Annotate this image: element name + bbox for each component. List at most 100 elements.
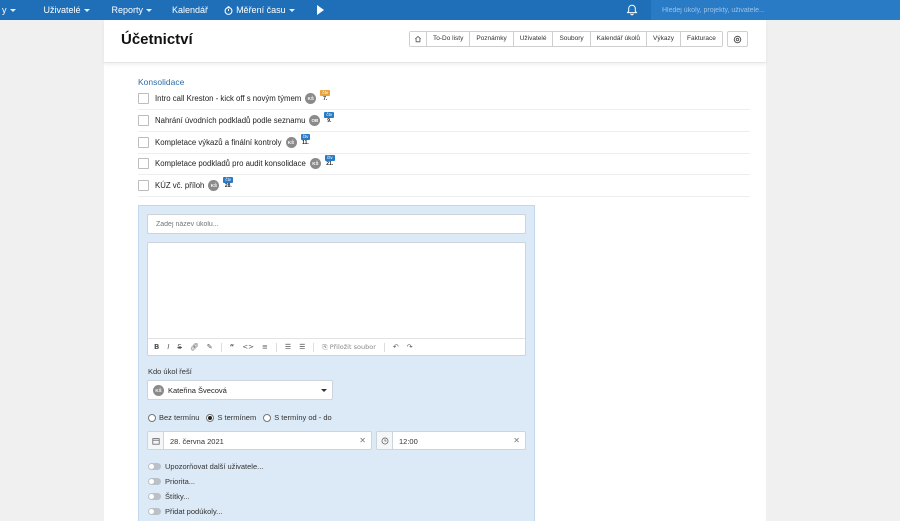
- task-text[interactable]: Nahrání úvodních podkladů podle seznamu: [155, 116, 305, 125]
- attach-file-label: Přiložit soubor: [329, 342, 376, 351]
- global-search: [651, 0, 900, 20]
- toggle-switch[interactable]: [148, 508, 161, 515]
- assignee-label: Kdo úkol řeší: [148, 367, 192, 376]
- task-text[interactable]: Kompletace výkazů a finální kontroly: [155, 138, 282, 147]
- play-icon[interactable]: [316, 5, 324, 15]
- toggle-tags[interactable]: Štítky...: [148, 492, 189, 501]
- toggle-switch[interactable]: [148, 478, 161, 485]
- code-icon[interactable]: <>: [242, 343, 254, 351]
- task-checkbox[interactable]: [138, 158, 149, 169]
- chevron-down-icon: [83, 8, 90, 12]
- radio-date-range[interactable]: [263, 413, 272, 422]
- eraser-icon[interactable]: ✎: [207, 343, 213, 351]
- toggle-switch[interactable]: [148, 463, 161, 470]
- bold-button[interactable]: B: [154, 343, 159, 351]
- tab-todo-lists[interactable]: To-Do listy: [427, 32, 471, 46]
- strikethrough-button[interactable]: S: [177, 343, 181, 351]
- separator: [275, 342, 277, 352]
- settings-button[interactable]: [727, 31, 748, 47]
- new-task-form: B I S 🔗︎ ✎ “ <> ≡ ☰ ☰ ⎘ Přiložit soubor …: [138, 205, 535, 521]
- task-text[interactable]: Intro call Kreston - kick off s novým tý…: [155, 94, 301, 103]
- clear-time-icon[interactable]: ✕: [513, 436, 520, 445]
- toggle-label: Priorita...: [165, 477, 196, 486]
- task-text[interactable]: Kompletace podkladů pro audit konsolidac…: [155, 159, 306, 168]
- task-checkbox[interactable]: [138, 137, 149, 148]
- task-description-editor[interactable]: B I S 🔗︎ ✎ “ <> ≡ ☰ ☰ ⎘ Přiložit soubor …: [147, 242, 526, 356]
- task-due-date: čtv 9.: [324, 112, 335, 124]
- radio-no-deadline-label: Bez termínu: [159, 413, 200, 422]
- task-due-date: čtv 11.: [300, 134, 311, 146]
- tab-task-calendar[interactable]: Kalendář úkolů: [590, 32, 648, 46]
- nav-item-time-tracking[interactable]: Měření času: [224, 5, 295, 15]
- editor-toolbar: B I S 🔗︎ ✎ “ <> ≡ ☰ ☰ ⎘ Přiložit soubor …: [148, 338, 525, 355]
- redo-icon[interactable]: ↷: [407, 343, 413, 351]
- attach-file-button[interactable]: ⎘ Přiložit soubor: [322, 343, 375, 352]
- due-num: 7.: [323, 96, 328, 102]
- stopwatch-icon: [224, 5, 233, 15]
- task-due-date: čtv 28.: [223, 177, 234, 189]
- task-row: Kompletace výkazů a finální kontroly KŠ …: [138, 132, 750, 154]
- task-row: Intro call Kreston - kick off s novým tý…: [138, 88, 750, 110]
- assignee-select[interactable]: KŠ Kateřina Švecová: [147, 380, 333, 400]
- search-input[interactable]: [662, 6, 892, 14]
- nav-item-reports-label: Reporty: [111, 5, 144, 15]
- time-field[interactable]: 12:00 ✕: [376, 431, 526, 450]
- radio-no-deadline[interactable]: [148, 413, 156, 422]
- align-icon[interactable]: ≡: [262, 343, 268, 351]
- chevron-down-icon: [288, 8, 295, 12]
- quote-icon[interactable]: “: [230, 343, 235, 351]
- bullet-list-icon[interactable]: ☰: [285, 343, 291, 351]
- toggle-subtasks[interactable]: Přidat podúkoly...: [148, 507, 222, 516]
- radio-date-range-label: S termíny od - do: [274, 413, 332, 422]
- due-num: 21.: [326, 161, 334, 167]
- separator: [220, 342, 222, 352]
- due-num: 9.: [327, 118, 332, 124]
- italic-button[interactable]: I: [167, 343, 169, 351]
- due-num: 11.: [302, 140, 309, 146]
- avatar: KŠ: [285, 137, 297, 148]
- tab-invoicing[interactable]: Fakturace: [680, 32, 722, 46]
- avatar: KŠ: [309, 158, 321, 169]
- project-header: Účetnictví To-Do listy Poznámky Uživatel…: [104, 20, 766, 63]
- task-due-date: čtv 21.: [324, 155, 335, 167]
- tab-home[interactable]: [410, 32, 427, 46]
- task-checkbox[interactable]: [138, 115, 149, 126]
- date-field[interactable]: 28. června 2021 ✕: [147, 431, 372, 450]
- radio-with-deadline[interactable]: [206, 413, 215, 422]
- toggle-priority[interactable]: Priorita...: [148, 477, 195, 486]
- nav-item-reports[interactable]: Reporty: [112, 5, 153, 15]
- task-text[interactable]: KÚZ vč. příloh: [155, 181, 204, 190]
- clear-date-icon[interactable]: ✕: [359, 436, 366, 445]
- toggle-switch[interactable]: [148, 493, 161, 500]
- calendar-icon: [148, 432, 164, 449]
- chevron-down-icon: [146, 8, 153, 12]
- nav-item-calendar[interactable]: Kalendář: [172, 5, 208, 15]
- page-title: Účetnictví: [121, 31, 193, 48]
- toggle-label: Štítky...: [165, 492, 190, 501]
- chevron-down-icon: [321, 389, 327, 392]
- tab-files[interactable]: Soubory: [553, 32, 591, 46]
- tab-reports[interactable]: Výkazy: [647, 32, 681, 46]
- task-checkbox[interactable]: [138, 93, 149, 104]
- avatar: KŠ: [153, 384, 164, 396]
- gear-icon: [733, 35, 742, 43]
- avatar: KŠ: [305, 93, 317, 104]
- tab-users[interactable]: Uživatelé: [513, 32, 554, 46]
- numbered-list-icon[interactable]: ☰: [299, 343, 305, 351]
- undo-icon[interactable]: ↶: [393, 343, 399, 351]
- todo-list-title[interactable]: Konsolidace: [138, 77, 184, 87]
- deadline-options: Bez termínu S termínem S termíny od - do: [148, 413, 339, 422]
- nav-item-users[interactable]: Uživatelé: [44, 5, 90, 15]
- nav-item-0[interactable]: y: [2, 5, 16, 15]
- toggle-notify-users[interactable]: Upozorňovat další uživatele...: [148, 462, 263, 471]
- project-tabs: To-Do listy Poznámky Uživatelé Soubory K…: [409, 31, 723, 47]
- paperclip-icon: ⎘: [322, 342, 328, 351]
- tab-notes[interactable]: Poznámky: [470, 32, 514, 46]
- task-due-date: čtv 7.: [320, 90, 331, 102]
- toggle-label: Upozorňovat další uživatele...: [165, 462, 264, 471]
- task-name-input[interactable]: [156, 220, 516, 228]
- link-icon[interactable]: 🔗︎: [190, 343, 199, 351]
- bell-icon[interactable]: [626, 4, 638, 16]
- nav-item-0-label: y: [2, 5, 7, 15]
- task-checkbox[interactable]: [138, 180, 149, 191]
